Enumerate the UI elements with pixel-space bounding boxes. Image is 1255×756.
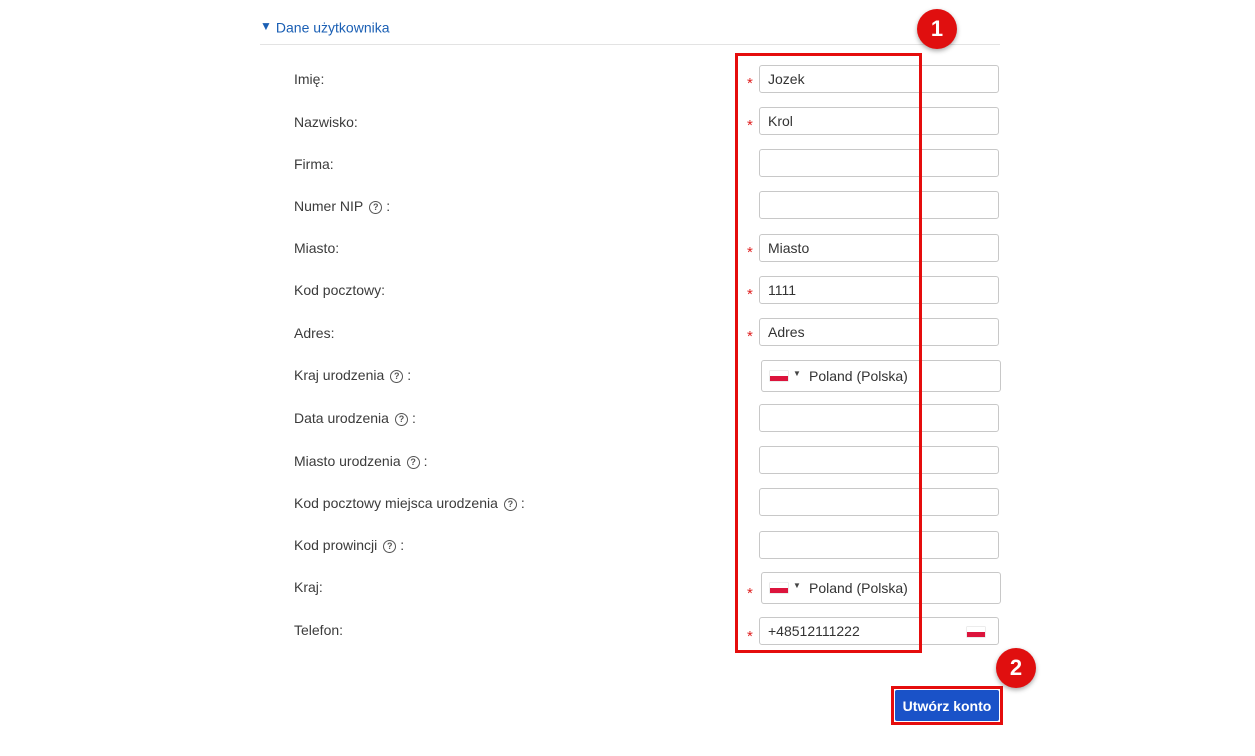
- imie-input[interactable]: [759, 65, 999, 93]
- label-suffix: :: [423, 453, 428, 469]
- help-icon[interactable]: ?: [503, 498, 517, 511]
- poland-flag-icon: [770, 371, 788, 381]
- help-icon[interactable]: ?: [394, 413, 408, 426]
- label-suffix: :: [520, 495, 525, 511]
- kraj-select[interactable]: ▼ Poland (Polska): [761, 572, 1001, 604]
- label-imie: Imię:: [294, 71, 325, 87]
- label-adres: Adres:: [294, 325, 335, 341]
- label-suffix: :: [400, 537, 405, 553]
- annotation-badge-1: 1: [917, 9, 957, 49]
- required-marker: *: [747, 117, 753, 134]
- required-marker: *: [747, 628, 753, 645]
- label-kod-prowincji-text: Kod prowincji: [294, 537, 378, 553]
- caret-down-icon: ▼: [793, 369, 801, 378]
- required-marker: *: [747, 286, 753, 303]
- kod-pocztowy-urodzenia-input[interactable]: [759, 488, 999, 516]
- kraj-value: Poland (Polska): [809, 580, 908, 596]
- required-marker: *: [747, 328, 753, 345]
- label-kod-prowincji: Kod prowincji?:: [294, 536, 404, 554]
- create-account-button[interactable]: Utwórz konto: [895, 690, 999, 721]
- help-icon[interactable]: ?: [390, 370, 404, 383]
- label-miasto-urodzenia: Miasto urodzenia?:: [294, 452, 428, 470]
- label-firma: Firma:: [294, 156, 334, 172]
- miasto-urodzenia-input[interactable]: [759, 446, 999, 474]
- label-suffix: :: [407, 367, 412, 383]
- annotation-badge-2: 2: [996, 648, 1036, 688]
- label-nazwisko: Nazwisko:: [294, 114, 358, 130]
- label-kod-pocztowy: Kod pocztowy:: [294, 282, 386, 298]
- label-data-urodzenia-text: Data urodzenia: [294, 410, 389, 426]
- section-title: Dane użytkownika: [275, 19, 390, 36]
- label-kraj-urodzenia: Kraj urodzenia?:: [294, 366, 411, 384]
- label-nip: Numer NIP?:: [294, 197, 390, 215]
- kod-prowincji-input[interactable]: [759, 531, 999, 559]
- label-nip-text: Numer NIP: [294, 198, 364, 214]
- help-icon[interactable]: ?: [383, 540, 397, 553]
- label-suffix: :: [411, 410, 416, 426]
- poland-flag-icon: [770, 583, 788, 593]
- data-urodzenia-input[interactable]: [759, 404, 999, 432]
- poland-flag-icon[interactable]: [967, 627, 985, 637]
- kod-pocztowy-input[interactable]: [759, 276, 999, 304]
- caret-down-icon: ▼: [260, 19, 272, 34]
- required-marker: *: [747, 244, 753, 261]
- label-kod-pocztowy-urodzenia: Kod pocztowy miejsca urodzenia?:: [294, 494, 525, 512]
- caret-down-icon: ▼: [793, 581, 801, 590]
- label-telefon: Telefon:: [294, 622, 344, 638]
- label-data-urodzenia: Data urodzenia?:: [294, 409, 416, 427]
- firma-input[interactable]: [759, 149, 999, 177]
- kraj-urodzenia-value: Poland (Polska): [809, 368, 908, 384]
- label-miasto: Miasto:: [294, 240, 340, 256]
- telefon-input[interactable]: [759, 617, 999, 645]
- miasto-input[interactable]: [759, 234, 999, 262]
- help-icon[interactable]: ?: [369, 201, 383, 214]
- nip-input[interactable]: [759, 191, 999, 219]
- label-kraj-urodzenia-text: Kraj urodzenia: [294, 367, 385, 383]
- adres-input[interactable]: [759, 318, 999, 346]
- section-toggle-dane-uzytkownika[interactable]: ▼ Dane użytkownika: [260, 18, 1000, 45]
- help-icon[interactable]: ?: [406, 456, 420, 469]
- label-kraj: Kraj:: [294, 579, 323, 595]
- nazwisko-input[interactable]: [759, 107, 999, 135]
- required-marker: *: [747, 75, 753, 92]
- label-kod-pocztowy-urodzenia-text: Kod pocztowy miejsca urodzenia: [294, 495, 498, 511]
- required-marker: *: [747, 585, 753, 602]
- label-suffix: :: [386, 198, 391, 214]
- label-miasto-urodzenia-text: Miasto urodzenia: [294, 453, 401, 469]
- kraj-urodzenia-select[interactable]: ▼ Poland (Polska): [761, 360, 1001, 392]
- annotation-highlight-box: [735, 53, 922, 653]
